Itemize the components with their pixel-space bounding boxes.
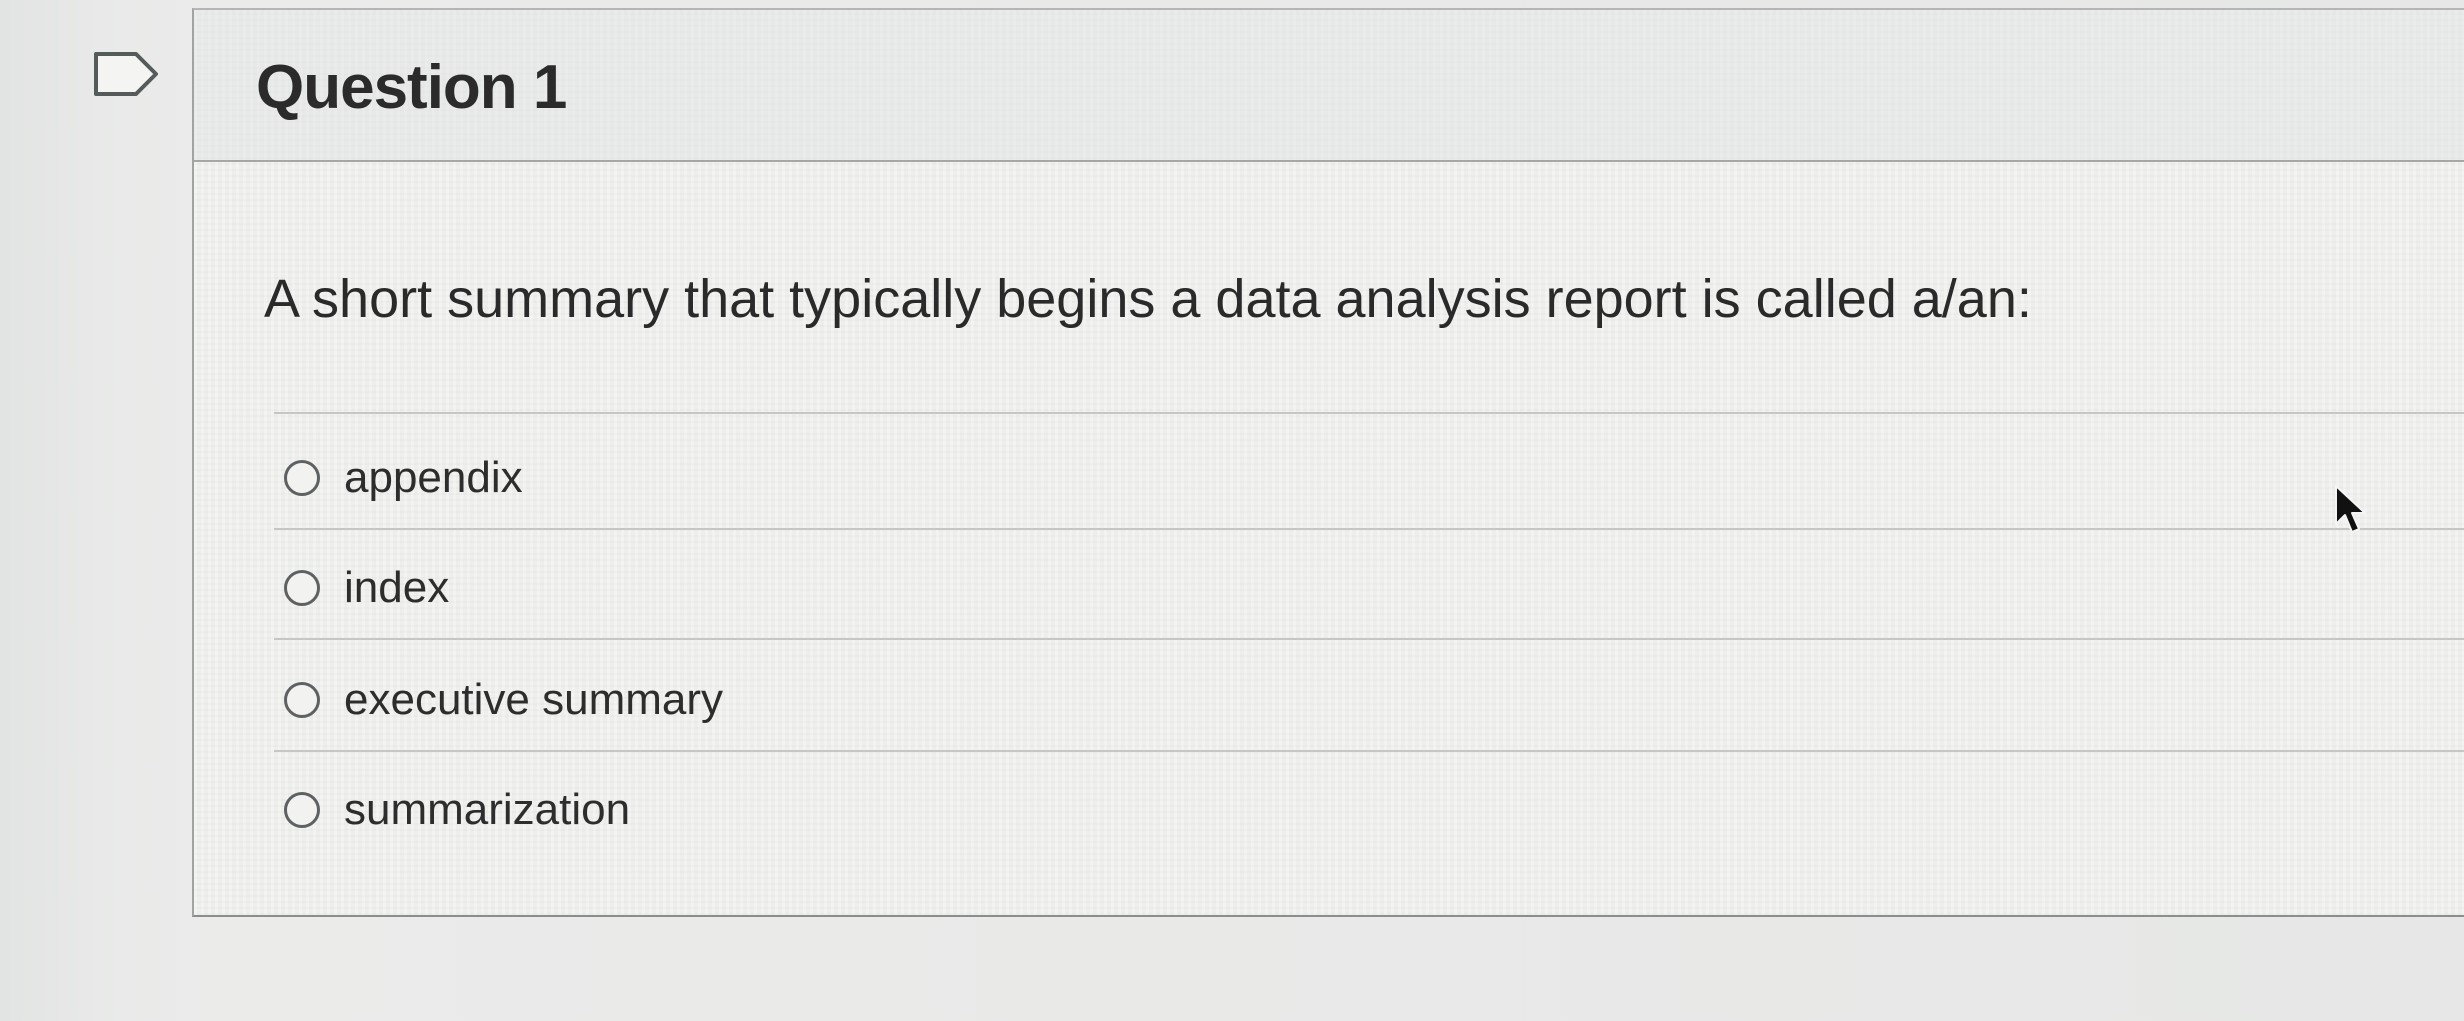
radio-unselected-icon[interactable] [284, 460, 320, 496]
radio-unselected-icon[interactable] [284, 570, 320, 606]
answer-label: index [344, 563, 450, 612]
answer-divider [274, 412, 2464, 414]
question-header: Question 1 [194, 10, 2464, 162]
answer-label: executive summary [344, 675, 724, 724]
answer-label: appendix [344, 453, 523, 502]
radio-unselected-icon[interactable] [284, 792, 320, 828]
answer-divider [274, 528, 2464, 530]
answer-divider [274, 750, 2464, 752]
flag-question-icon[interactable] [92, 50, 162, 98]
answer-option-index[interactable]: index [284, 548, 449, 628]
quiz-page: Question 1 A short summary that typicall… [0, 0, 2464, 1021]
answer-label: summarization [344, 785, 631, 834]
question-prompt: A short summary that typically begins a … [264, 269, 2032, 329]
answer-option-executive-summary[interactable]: executive summary [284, 660, 723, 740]
question-title: Question 1 [256, 53, 567, 122]
answer-option-summarization[interactable]: summarization [284, 770, 630, 850]
question-card: Question 1 A short summary that typicall… [192, 8, 2464, 917]
answer-divider [274, 638, 2464, 640]
radio-unselected-icon[interactable] [284, 682, 320, 718]
answer-option-appendix[interactable]: appendix [284, 438, 523, 518]
mouse-pointer-icon [2335, 485, 2366, 533]
